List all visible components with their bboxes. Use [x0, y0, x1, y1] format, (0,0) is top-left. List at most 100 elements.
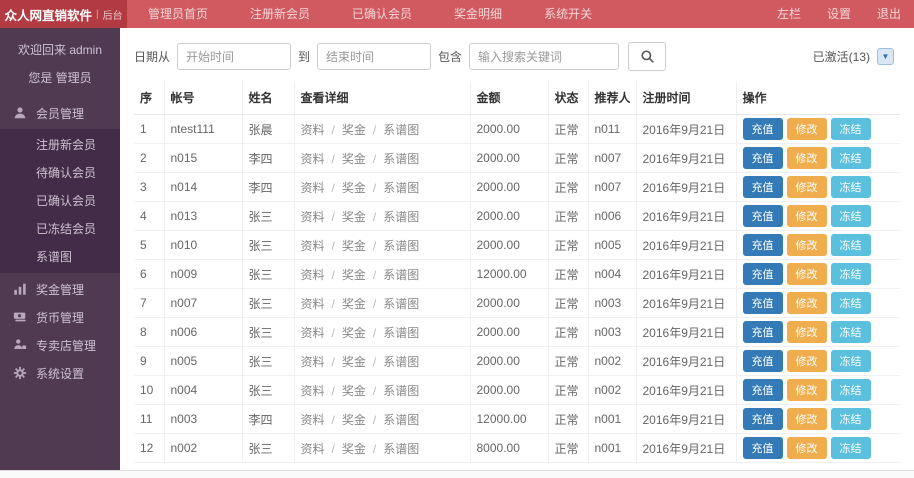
- nav-settings[interactable]: 设置: [814, 0, 864, 28]
- sidebar-item-bonus-mgmt[interactable]: 奖金管理: [0, 275, 120, 303]
- genealogy-link[interactable]: 系谱图: [383, 181, 419, 195]
- bonus-link[interactable]: 奖金: [342, 442, 366, 456]
- bonus-link[interactable]: 奖金: [342, 152, 366, 166]
- freeze-button[interactable]: 冻结: [831, 205, 871, 227]
- freeze-button[interactable]: 冻结: [831, 408, 871, 430]
- genealogy-link[interactable]: 系谱图: [383, 384, 419, 398]
- freeze-button[interactable]: 冻结: [831, 147, 871, 169]
- profile-link[interactable]: 资料: [301, 123, 325, 137]
- profile-link[interactable]: 资料: [301, 239, 325, 253]
- bonus-link[interactable]: 奖金: [342, 384, 366, 398]
- modify-button[interactable]: 修改: [787, 118, 827, 140]
- bonus-link[interactable]: 奖金: [342, 239, 366, 253]
- profile-link[interactable]: 资料: [301, 268, 325, 282]
- bonus-link[interactable]: 奖金: [342, 268, 366, 282]
- nav-left-column[interactable]: 左栏: [764, 0, 814, 28]
- keyword-search-input[interactable]: [469, 43, 619, 70]
- actions-cell: 充值修改冻结: [736, 405, 900, 434]
- genealogy-link[interactable]: 系谱图: [383, 297, 419, 311]
- sidebar-item-currency-mgmt[interactable]: 货币管理: [0, 303, 120, 331]
- recharge-button[interactable]: 充值: [743, 263, 783, 285]
- freeze-button[interactable]: 冻结: [831, 437, 871, 459]
- profile-link[interactable]: 资料: [301, 413, 325, 427]
- modify-button[interactable]: 修改: [787, 263, 827, 285]
- genealogy-link[interactable]: 系谱图: [383, 355, 419, 369]
- nav-confirmed-members[interactable]: 已确认会员: [331, 0, 433, 28]
- freeze-button[interactable]: 冻结: [831, 321, 871, 343]
- date-from-input[interactable]: [177, 43, 291, 70]
- recharge-button[interactable]: 充值: [743, 350, 783, 372]
- bonus-link[interactable]: 奖金: [342, 181, 366, 195]
- nav-system-switch[interactable]: 系统开关: [523, 0, 613, 28]
- sidebar-item-store-mgmt[interactable]: 专卖店管理: [0, 331, 120, 359]
- profile-link[interactable]: 资料: [301, 181, 325, 195]
- sidebar-item-member-mgmt[interactable]: 会员管理: [0, 99, 120, 127]
- recharge-button[interactable]: 充值: [743, 379, 783, 401]
- modify-button[interactable]: 修改: [787, 205, 827, 227]
- recharge-button[interactable]: 充值: [743, 437, 783, 459]
- modify-button[interactable]: 修改: [787, 292, 827, 314]
- profile-link[interactable]: 资料: [301, 210, 325, 224]
- modify-button[interactable]: 修改: [787, 408, 827, 430]
- freeze-button[interactable]: 冻结: [831, 379, 871, 401]
- modify-button[interactable]: 修改: [787, 379, 827, 401]
- bonus-link[interactable]: 奖金: [342, 123, 366, 137]
- freeze-button[interactable]: 冻结: [831, 176, 871, 198]
- genealogy-link[interactable]: 系谱图: [383, 123, 419, 137]
- modify-button[interactable]: 修改: [787, 234, 827, 256]
- genealogy-link[interactable]: 系谱图: [383, 268, 419, 282]
- date-to-input[interactable]: [317, 43, 431, 70]
- recharge-button[interactable]: 充值: [743, 118, 783, 140]
- genealogy-link[interactable]: 系谱图: [383, 152, 419, 166]
- profile-link[interactable]: 资料: [301, 442, 325, 456]
- modify-button[interactable]: 修改: [787, 147, 827, 169]
- sidebar-subitem-register-member[interactable]: 注册新会员: [0, 131, 120, 159]
- search-button[interactable]: [628, 42, 666, 71]
- modify-button[interactable]: 修改: [787, 321, 827, 343]
- profile-link[interactable]: 资料: [301, 355, 325, 369]
- bonus-link[interactable]: 奖金: [342, 413, 366, 427]
- recharge-button[interactable]: 充值: [743, 292, 783, 314]
- profile-link[interactable]: 资料: [301, 384, 325, 398]
- sidebar-subitem-pending-members[interactable]: 待确认会员: [0, 159, 120, 187]
- sidebar-subitem-confirmed-members[interactable]: 已确认会员: [0, 187, 120, 215]
- status-filter-dropdown[interactable]: 已激活(13) ▼: [813, 48, 900, 65]
- nav-admin-home[interactable]: 管理员首页: [127, 0, 229, 28]
- profile-link[interactable]: 资料: [301, 152, 325, 166]
- nav-logout[interactable]: 退出: [864, 0, 914, 28]
- recharge-button[interactable]: 充值: [743, 408, 783, 430]
- sidebar-subitem-frozen-members[interactable]: 已冻结会员: [0, 215, 120, 243]
- nav-register-member[interactable]: 注册新会员: [229, 0, 331, 28]
- genealogy-link[interactable]: 系谱图: [383, 442, 419, 456]
- recharge-button[interactable]: 充值: [743, 205, 783, 227]
- modify-button[interactable]: 修改: [787, 350, 827, 372]
- modify-button[interactable]: 修改: [787, 437, 827, 459]
- modify-button[interactable]: 修改: [787, 176, 827, 198]
- profile-link[interactable]: 资料: [301, 326, 325, 340]
- genealogy-link[interactable]: 系谱图: [383, 326, 419, 340]
- nav-bonus-details[interactable]: 奖金明细: [433, 0, 523, 28]
- freeze-button[interactable]: 冻结: [831, 263, 871, 285]
- genealogy-link[interactable]: 系谱图: [383, 413, 419, 427]
- recharge-button[interactable]: 充值: [743, 176, 783, 198]
- freeze-button[interactable]: 冻结: [831, 118, 871, 140]
- sidebar-subitem-genealogy[interactable]: 系谱图: [0, 243, 120, 271]
- bonus-link[interactable]: 奖金: [342, 297, 366, 311]
- recharge-button[interactable]: 充值: [743, 147, 783, 169]
- freeze-button[interactable]: 冻结: [831, 350, 871, 372]
- freeze-button[interactable]: 冻结: [831, 292, 871, 314]
- account-cell: n005: [164, 347, 242, 376]
- bonus-link[interactable]: 奖金: [342, 326, 366, 340]
- recharge-button[interactable]: 充值: [743, 321, 783, 343]
- column-header: 金额: [470, 81, 548, 115]
- recharge-button[interactable]: 充值: [743, 234, 783, 256]
- genealogy-link[interactable]: 系谱图: [383, 210, 419, 224]
- bonus-link[interactable]: 奖金: [342, 355, 366, 369]
- freeze-button[interactable]: 冻结: [831, 234, 871, 256]
- genealogy-link[interactable]: 系谱图: [383, 239, 419, 253]
- profile-link[interactable]: 资料: [301, 297, 325, 311]
- bonus-link[interactable]: 奖金: [342, 210, 366, 224]
- table-header-row: 序帐号姓名查看详细金额状态推荐人注册时间操作: [134, 81, 900, 115]
- amount-cell: 2000.00: [470, 173, 548, 202]
- sidebar-item-system-settings[interactable]: 系统设置: [0, 359, 120, 387]
